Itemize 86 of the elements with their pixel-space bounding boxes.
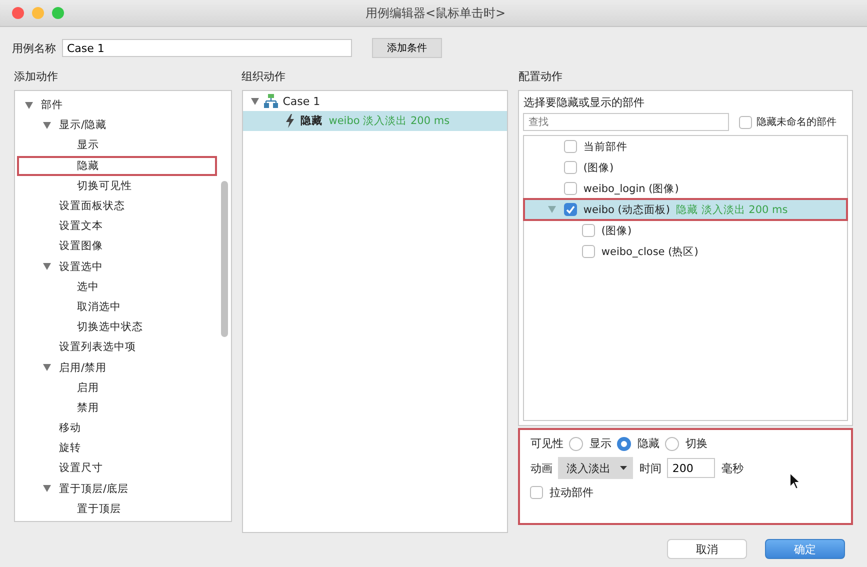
tree-item[interactable]: 切换可见性 <box>17 176 217 196</box>
checkbox[interactable] <box>564 182 578 195</box>
visibility-label: 可见性 <box>530 436 564 451</box>
radio-label: 切换 <box>685 436 708 451</box>
checkbox[interactable] <box>564 203 578 216</box>
checkbox[interactable] <box>530 486 544 499</box>
lightning-icon <box>284 114 295 128</box>
tree-item[interactable]: 设置选中 <box>17 256 217 277</box>
widget-label: weibo_login (图像) <box>583 182 679 196</box>
flowchart-icon <box>264 94 278 108</box>
zoom-button[interactable] <box>52 7 64 19</box>
disclosure-triangle-icon[interactable] <box>548 206 556 213</box>
section-heading: 添加动作 <box>14 69 59 85</box>
widget-row[interactable]: weibo (动态面板) 隐藏 淡入淡出 200 ms <box>524 199 847 220</box>
checkbox[interactable] <box>564 161 578 174</box>
animation-label: 动画 <box>530 460 552 476</box>
radio-button[interactable] <box>617 436 632 450</box>
disclosure-triangle-icon[interactable] <box>43 485 51 492</box>
tree-item[interactable]: 显示 <box>17 135 217 156</box>
case-name-label: 用例名称 <box>12 40 56 56</box>
action-row[interactable]: 隐藏 weibo 淡入淡出 200 ms <box>242 111 508 131</box>
tree-item[interactable]: 设置列表选中项 <box>17 337 217 358</box>
tree-item[interactable]: 隐藏 <box>17 156 217 176</box>
widget-label: (图像) <box>601 224 632 238</box>
widget-row[interactable]: (图像) <box>524 220 847 241</box>
disclosure-triangle-icon[interactable] <box>250 98 259 104</box>
widget-row[interactable]: (图像) <box>524 157 847 178</box>
section-heading: 配置动作 <box>518 69 564 85</box>
tree-item[interactable]: 禁用 <box>17 398 217 418</box>
minimize-button[interactable] <box>32 7 44 19</box>
duration-label: 时间 <box>639 460 662 476</box>
tree-item[interactable]: 旋转 <box>17 438 217 458</box>
tree-item[interactable]: 部件 <box>17 95 217 116</box>
widget-row[interactable]: 当前部件 <box>524 136 847 157</box>
widget-label: weibo (动态面板) <box>583 202 670 216</box>
tree-item[interactable]: 切换选中状态 <box>17 317 217 338</box>
scrollbar-thumb[interactable] <box>220 181 228 337</box>
checkbox[interactable] <box>582 224 596 237</box>
tree-item[interactable]: 取消选中 <box>17 296 217 318</box>
radio-button[interactable] <box>569 436 584 450</box>
tree-item[interactable]: 选中 <box>17 276 217 297</box>
tree-item[interactable]: 设置文本 <box>17 216 217 236</box>
tree-item[interactable]: 设置图像 <box>17 236 217 256</box>
action-note: 隐藏 淡入淡出 200 ms <box>676 202 788 216</box>
disclosure-triangle-icon[interactable] <box>43 364 51 372</box>
radio-button[interactable] <box>665 436 680 450</box>
search-field[interactable]: 查找 <box>523 113 730 131</box>
dialog-button[interactable]: 取消 <box>667 539 747 559</box>
disclosure-triangle-icon[interactable] <box>43 122 51 129</box>
checkbox[interactable] <box>582 245 596 258</box>
tree-item[interactable]: 置于顶层 <box>17 498 217 519</box>
checkbox[interactable] <box>739 116 752 128</box>
caret-icon <box>620 466 628 470</box>
widget-label: 当前部件 <box>583 140 628 154</box>
case-row[interactable]: Case 1 <box>242 91 508 111</box>
widget-row[interactable]: weibo_login (图像) <box>524 178 847 199</box>
widget-row[interactable]: weibo_close (热区) <box>524 241 847 262</box>
widget-label: (图像) <box>583 160 614 174</box>
action-detail: weibo 淡入淡出 200 ms <box>328 114 450 128</box>
disclosure-triangle-icon[interactable] <box>25 102 33 109</box>
case-label: Case 1 <box>282 94 320 108</box>
duration-field[interactable]: 200 <box>667 458 716 478</box>
tree-item[interactable]: 置于顶层/底层 <box>17 478 217 499</box>
close-button[interactable] <box>12 7 24 19</box>
picker-title: 选择要隐藏或显示的部件 <box>523 95 646 111</box>
checkbox-label: 隐藏未命名的部件 <box>756 116 836 129</box>
checkbox-label: 拉动部件 <box>549 485 594 500</box>
mouse-pointer-icon <box>789 472 801 490</box>
disclosure-triangle-icon[interactable] <box>43 263 51 270</box>
radio-label: 隐藏 <box>637 436 660 451</box>
unit-label: 毫秒 <box>721 460 744 476</box>
tree-item[interactable]: 设置面板状态 <box>17 196 217 216</box>
tree-item[interactable]: 移动 <box>17 418 217 438</box>
checkbox[interactable] <box>564 140 578 153</box>
radio-label: 显示 <box>589 436 612 451</box>
tree-item[interactable]: 设置尺寸 <box>17 458 217 479</box>
case-name-field[interactable]: Case 1 <box>62 39 352 57</box>
widget-label: weibo_close (热区) <box>601 244 698 258</box>
tree-item[interactable]: 显示/隐藏 <box>17 115 217 136</box>
section-heading: 组织动作 <box>242 69 287 85</box>
action-verb: 隐藏 <box>300 114 323 128</box>
tree-item[interactable]: 启用/禁用 <box>17 357 217 378</box>
add-condition-button[interactable]: 添加条件 <box>372 38 442 58</box>
tree-item[interactable]: 启用 <box>17 378 217 398</box>
window-title: 用例编辑器<鼠标单击时> <box>364 4 507 22</box>
animation-dropdown[interactable]: 淡入淡出 <box>558 457 634 479</box>
